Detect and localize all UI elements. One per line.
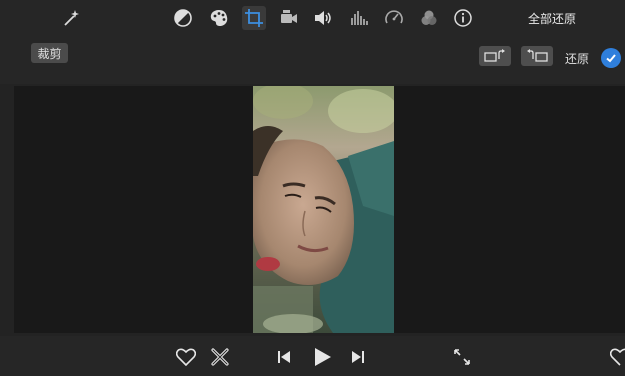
skip-back-icon (278, 351, 290, 363)
crop-reset-button[interactable]: 还原 (565, 50, 589, 67)
rotate-right-icon (527, 49, 548, 62)
rotate-left-icon (484, 49, 505, 62)
reject-icon (211, 348, 229, 366)
heart-icon (610, 348, 625, 366)
filter-icon[interactable] (417, 6, 441, 30)
play-icon (315, 348, 331, 366)
palette-icon[interactable] (207, 6, 231, 30)
expand-icon (454, 349, 470, 365)
fullscreen-button[interactable] (453, 348, 471, 366)
apply-crop-button[interactable] (601, 48, 621, 68)
favorite-button-right[interactable] (610, 348, 625, 366)
favorite-button[interactable] (176, 348, 196, 366)
crop-icon[interactable] (242, 6, 266, 30)
equalizer-icon[interactable] (347, 6, 371, 30)
magic-wand-icon[interactable] (59, 6, 83, 30)
video-frame (253, 86, 394, 333)
skip-back-button[interactable] (277, 350, 291, 364)
rotate-left-button[interactable] (479, 46, 511, 66)
crop-mode-button[interactable]: 裁剪 (31, 43, 68, 63)
color-balance-icon[interactable] (171, 6, 195, 30)
checkmark-icon (606, 54, 616, 63)
sidebar-edge (0, 86, 14, 333)
heart-icon (176, 348, 196, 366)
volume-icon[interactable] (311, 6, 335, 30)
skip-forward-button[interactable] (351, 350, 365, 364)
skip-forward-icon (352, 351, 364, 363)
camera-icon[interactable] (277, 6, 301, 30)
reject-button[interactable] (210, 348, 230, 366)
info-icon[interactable] (451, 6, 475, 30)
play-button[interactable] (312, 347, 332, 367)
reset-all-button[interactable]: 全部还原 (528, 10, 576, 27)
rotate-right-button[interactable] (521, 46, 553, 66)
speed-icon[interactable] (382, 6, 406, 30)
